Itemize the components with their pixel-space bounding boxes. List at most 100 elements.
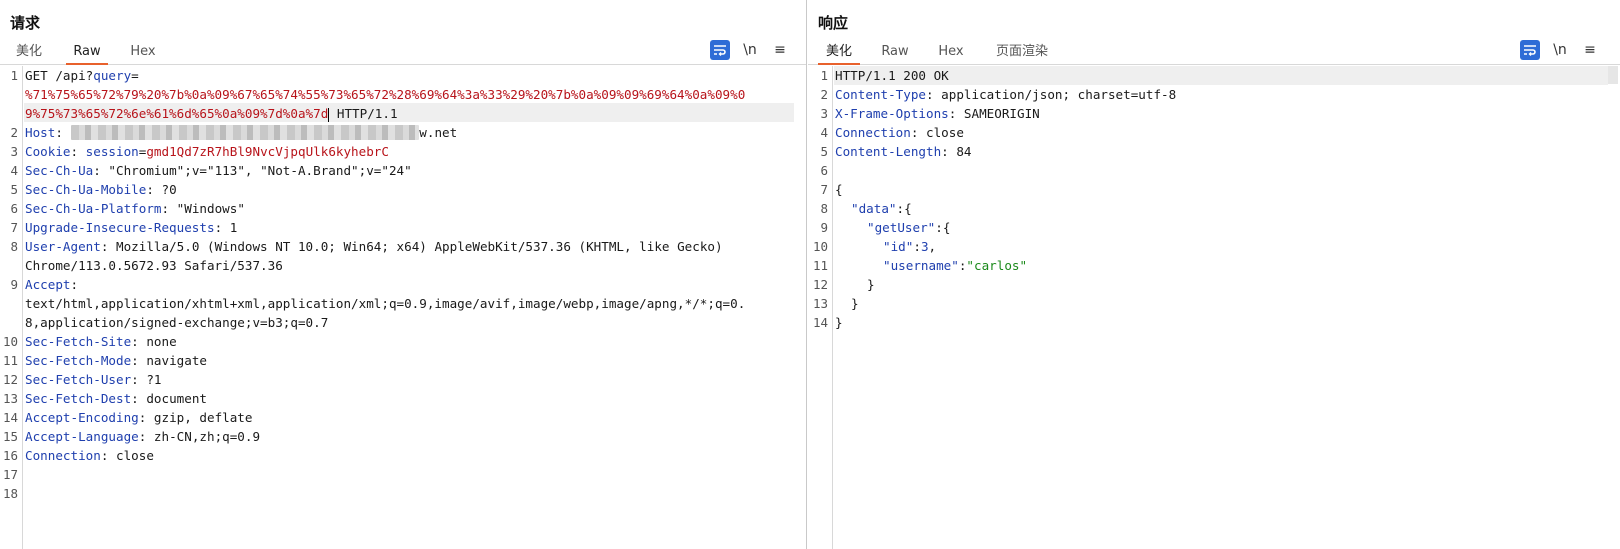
line-number: 3 (820, 106, 828, 121)
json-key: "data" (851, 201, 897, 216)
menu-icon[interactable]: ≡ (770, 40, 790, 60)
header-value: application/json; charset=utf-8 (941, 87, 1177, 102)
line-number: 2 (820, 87, 828, 102)
line-number: 4 (820, 125, 828, 140)
json-punct: :{ (935, 220, 951, 235)
header-key: Sec-Fetch-Mode (25, 353, 132, 368)
request-toolbar: \n ≡ (710, 40, 796, 60)
tab-raw[interactable]: Raw (66, 42, 108, 65)
line-number: 3 (10, 144, 18, 159)
host-suffix: w.net (419, 125, 458, 140)
line-number: 5 (10, 182, 18, 197)
header-key: Sec-Ch-Ua (25, 163, 94, 178)
header-value: 1 (229, 220, 238, 235)
response-editor[interactable]: 1 2 3 4 5 6 7 8 9 10 11 12 13 14 HTTP/1.… (808, 66, 1620, 549)
line-number: 5 (820, 144, 828, 159)
json-number: 3 (920, 239, 929, 254)
header-value: SAMEORIGIN (963, 106, 1040, 121)
response-toolbar: \n ≡ (1520, 40, 1606, 60)
line-number: 2 (10, 125, 18, 140)
response-title: 响应 (818, 14, 849, 32)
request-editor[interactable]: 1 2 3 4 5 6 7 8 9 10 11 12 13 14 15 16 1… (0, 66, 806, 549)
header-key: Accept-Encoding (25, 410, 139, 425)
header-key: X-Frame-Options (835, 106, 949, 121)
header-key: Host (25, 125, 56, 140)
header-value: zh-CN,zh;q=0.9 (153, 429, 261, 444)
line-number: 12 (2, 372, 18, 387)
json-key: "getUser" (867, 220, 936, 235)
tab-raw[interactable]: Raw (880, 42, 910, 62)
header-cookie: Cookie: session=gmd1Qd7zR7hBl9NvcVjpqUlk… (25, 144, 389, 159)
newline-icon[interactable]: \n (1550, 40, 1570, 60)
json-key: "username" (883, 258, 959, 273)
header-line: Accept-Encoding: gzip, deflate (25, 410, 253, 425)
header-key: Sec-Fetch-Dest (25, 391, 132, 406)
header-line: Sec-Ch-Ua-Mobile: ?0 (25, 182, 177, 197)
header-value: "Windows" (176, 201, 245, 216)
http-version: HTTP/1.1 (329, 106, 398, 121)
header-key: Sec-Ch-Ua-Platform (25, 201, 162, 216)
header-key: Sec-Fetch-Site (25, 334, 132, 349)
line-number: 11 (2, 353, 18, 368)
response-tabs: 美化 Raw Hex 页面渲染 (808, 40, 1620, 65)
line-number: 14 (2, 410, 18, 425)
header-key: User-Agent (25, 239, 101, 254)
json-close-brace: } (867, 277, 875, 292)
header-value: navigate (146, 353, 207, 368)
query-param-value-tail: 9%75%73%65%72%6e%61%6d%65%0a%09%7d%0a%7d (25, 106, 329, 121)
newline-icon[interactable]: \n (740, 40, 760, 60)
tab-pretty[interactable]: 美化 (818, 42, 860, 65)
header-line: Sec-Fetch-Mode: navigate (25, 353, 207, 368)
json-punct: :{ (896, 201, 912, 216)
line-number: 6 (10, 201, 18, 216)
line-number: 14 (812, 315, 828, 330)
tab-hex[interactable]: Hex (128, 42, 158, 62)
header-line: Accept-Language: zh-CN,zh;q=0.9 (25, 429, 261, 444)
tab-pretty[interactable]: 美化 (14, 42, 44, 62)
redacted-host: xxxxxxxxxxxxxxxxxxxxxxxxxxxxxxxxxxxxxxxx… (70, 125, 420, 140)
header-value: close (116, 448, 154, 463)
pane-divider[interactable] (806, 0, 807, 549)
header-line: Content-Length: 84 (835, 144, 972, 159)
wrap-lines-icon[interactable] (1520, 40, 1540, 60)
scrollbar[interactable] (1608, 66, 1618, 84)
json-username-line: "username":"carlos" (883, 258, 1027, 273)
response-pane: 响应 美化 Raw Hex 页面渲染 \n ≡ 1 2 3 4 5 6 7 8 … (808, 0, 1620, 549)
json-open-brace: { (835, 182, 843, 197)
query-param-value: %71%75%65%72%79%20%7b%0a%09%67%65%74%55%… (25, 87, 746, 102)
header-value: Mozilla/5.0 (Windows NT 10.0; Win64; x64… (116, 239, 723, 254)
header-value: ?1 (146, 372, 162, 387)
header-line: Sec-Fetch-Dest: document (25, 391, 207, 406)
query-param-name: query (93, 68, 132, 83)
header-key: Sec-Fetch-User (25, 372, 132, 387)
line-number: 11 (812, 258, 828, 273)
current-line-highlight (834, 66, 1608, 85)
line-number: 8 (820, 201, 828, 216)
menu-icon[interactable]: ≡ (1580, 40, 1600, 60)
json-punct: : (913, 239, 921, 254)
line-number: 12 (812, 277, 828, 292)
header-host: Host: xxxxxxxxxxxxxxxxxxxxxxxxxxxxxxxxxx… (25, 125, 458, 140)
cookie-name: session (85, 144, 139, 159)
json-key: "id" (883, 239, 914, 254)
line-number: 10 (812, 239, 828, 254)
line-number: 16 (2, 448, 18, 463)
line-number: 18 (2, 486, 18, 501)
tab-hex[interactable]: Hex (936, 42, 966, 62)
request-line: GET /api?query= (25, 68, 139, 83)
json-string: "carlos" (966, 258, 1028, 273)
header-value: gzip, deflate (153, 410, 253, 425)
cookie-value: gmd1Qd7zR7hBl9NvcVjpqUlk6kyhebrC (146, 144, 389, 159)
json-id-line: "id":3, (883, 239, 936, 254)
header-key: Accept-Language (25, 429, 139, 444)
json-getuser-line: "getUser":{ (867, 220, 950, 235)
header-line: Upgrade-Insecure-Requests: 1 (25, 220, 238, 235)
header-line: X-Frame-Options: SAMEORIGIN (835, 106, 1040, 121)
tab-render[interactable]: 页面渲染 (992, 42, 1052, 62)
wrap-lines-icon[interactable] (710, 40, 730, 60)
header-value: 84 (956, 144, 972, 159)
header-value: document (146, 391, 207, 406)
header-key: Accept (25, 277, 71, 292)
header-key: Connection (25, 448, 101, 463)
header-line: Sec-Ch-Ua: "Chromium";v="113", "Not-A.Br… (25, 163, 412, 178)
